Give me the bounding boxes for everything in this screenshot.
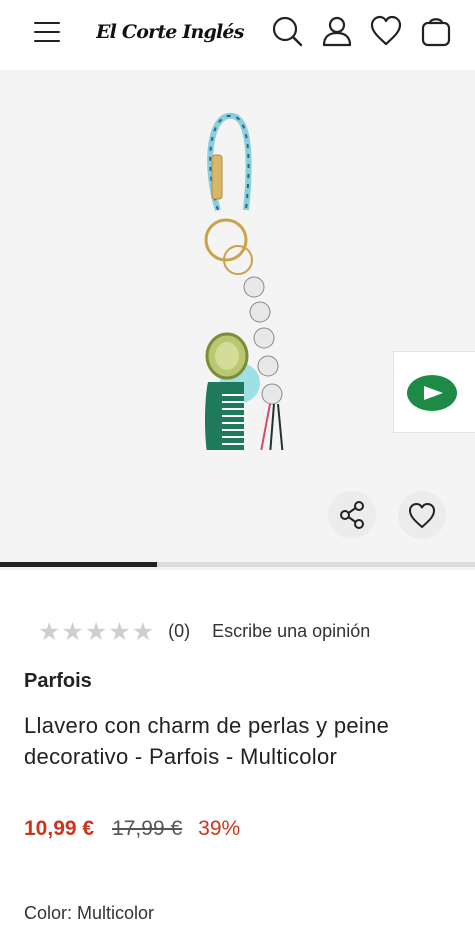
search-icon[interactable] [270,14,304,48]
heart-icon [409,503,435,528]
logo-mark: El Corte Inglés [95,21,245,43]
svg-text:El Corte Inglés: El Corte Inglés [96,21,245,43]
play-icon [407,375,457,411]
color-label: Color: Multicolor [24,903,155,923]
star-icon: ★ [61,616,84,646]
discount-badge: 39% [198,817,241,840]
price-row: 10,99 € 17,99 € 39% [24,817,240,841]
star-icon: ★ [131,616,155,646]
star-icon: ★ [38,616,61,646]
add-to-wishlist-button[interactable] [398,491,446,539]
brand-logo[interactable]: El Corte Inglés [95,14,246,50]
rating-stars[interactable]: ★ ★ ★ ★ ★ [38,619,155,644]
star-icon: ★ [108,616,131,646]
heart-icon[interactable] [369,14,403,48]
product-brand[interactable]: Parfois [24,670,92,693]
share-icon [340,501,364,529]
user-icon[interactable] [320,14,354,48]
rating-row: ★ ★ ★ ★ ★ (0) Escribe una opinión [38,617,370,645]
rating-count: (0) [168,620,191,641]
write-review-link[interactable]: Escribe una opinión [212,621,370,642]
share-button[interactable] [328,491,376,539]
header: El Corte Inglés [0,0,475,70]
video-play-button[interactable] [393,351,475,433]
current-price: 10,99 € [24,817,95,840]
star-icon: ★ [84,616,108,646]
original-price: 17,99 € [112,817,183,840]
gallery-progress-fill [0,562,157,567]
menu-icon[interactable] [34,20,60,44]
product-image[interactable] [190,110,300,450]
gallery-progress [0,562,475,567]
product-gallery[interactable] [0,70,475,570]
product-title: Llavero con charm de perlas y peine deco… [24,713,390,769]
bag-icon[interactable] [419,14,453,48]
